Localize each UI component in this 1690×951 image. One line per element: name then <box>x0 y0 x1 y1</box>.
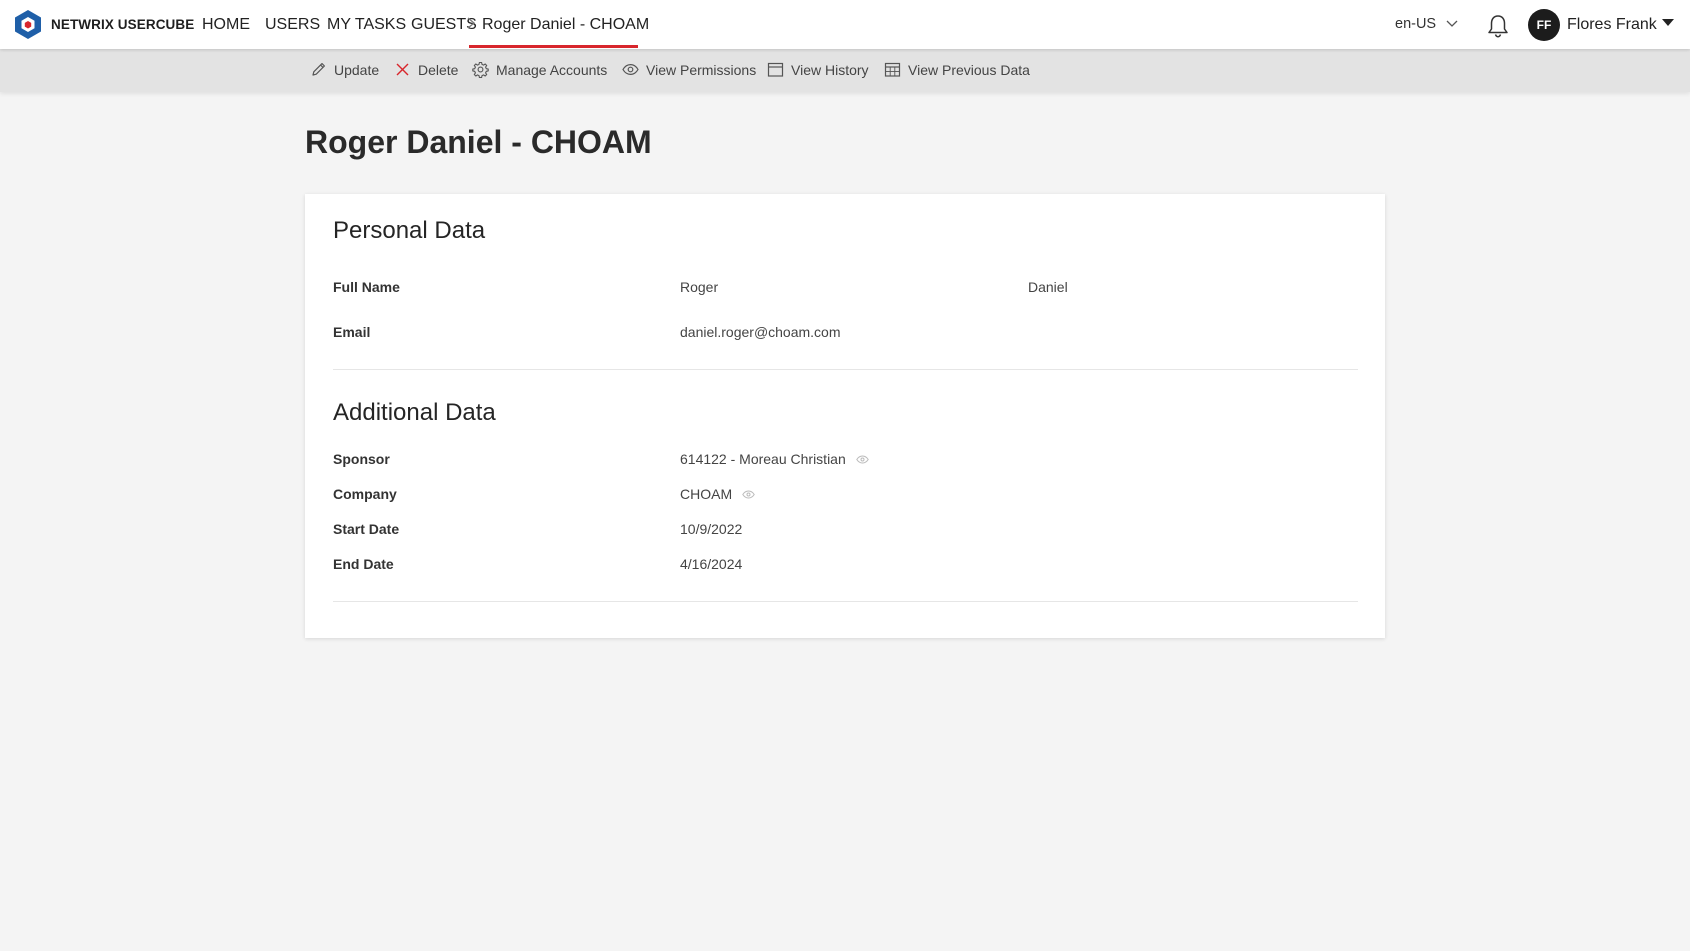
chevron-right-icon <box>467 17 476 29</box>
calendar-grid-icon <box>884 62 901 77</box>
section-divider <box>333 601 1358 602</box>
full-name-label: Full Name <box>333 279 400 295</box>
first-name-value: Roger <box>680 279 719 295</box>
view-sponsor-icon[interactable] <box>855 454 869 464</box>
email-label: Email <box>333 324 371 340</box>
additional-data-heading: Additional Data <box>333 399 496 426</box>
eye-icon <box>622 63 639 76</box>
notification-bell-icon[interactable] <box>1487 14 1509 38</box>
email-value: daniel.roger@choam.com <box>680 324 841 340</box>
view-permissions-button[interactable]: View Permissions <box>622 61 756 78</box>
page-title: Roger Daniel - CHOAM <box>305 124 652 160</box>
view-company-icon[interactable] <box>742 489 755 499</box>
end-date-label: End Date <box>333 556 394 572</box>
brand[interactable]: NETWRIX USERCUBE <box>13 9 194 40</box>
delete-label: Delete <box>418 61 459 78</box>
end-date-value: 4/16/2024 <box>680 556 743 572</box>
manage-accounts-button[interactable]: Manage Accounts <box>472 61 607 78</box>
chevron-down-icon <box>1446 20 1458 27</box>
company-text: CHOAM <box>680 486 733 502</box>
gear-icon <box>472 61 489 78</box>
view-history-button[interactable]: View History <box>767 61 869 78</box>
calendar-icon <box>767 62 784 77</box>
manage-accounts-label: Manage Accounts <box>496 61 608 78</box>
netwrix-logo-icon <box>15 10 41 39</box>
view-previous-data-label: View Previous Data <box>908 61 1030 78</box>
company-value: CHOAM <box>680 486 755 502</box>
user-name[interactable]: Flores Frank <box>1567 16 1657 34</box>
details-card: Personal Data Full Name Roger Daniel Ema… <box>305 194 1385 638</box>
language-label: en-US <box>1395 16 1437 32</box>
nav-users[interactable]: USERS <box>265 16 320 34</box>
last-name-value: Daniel <box>1028 279 1068 295</box>
nav-my-tasks[interactable]: MY TASKS <box>327 16 406 34</box>
caret-down-icon[interactable] <box>1662 19 1674 27</box>
language-selector[interactable]: en-US <box>1395 16 1458 32</box>
sponsor-value: 614122 - Moreau Christian <box>680 451 869 467</box>
close-icon <box>396 63 409 76</box>
company-label: Company <box>333 486 397 502</box>
view-previous-data-button[interactable]: View Previous Data <box>884 61 1030 78</box>
update-button[interactable]: Update <box>310 61 379 78</box>
sponsor-text: 614122 - Moreau Christian <box>680 451 846 467</box>
start-date-value: 10/9/2022 <box>680 521 743 537</box>
view-history-label: View History <box>791 61 869 78</box>
personal-data-heading: Personal Data <box>333 217 486 244</box>
nav-current-guest[interactable]: Roger Daniel - CHOAM <box>482 16 649 34</box>
section-divider <box>333 369 1358 370</box>
nav-home[interactable]: HOME <box>202 16 250 34</box>
view-permissions-label: View Permissions <box>646 61 757 78</box>
pencil-icon <box>312 63 325 76</box>
top-navigation-bar: NETWRIX USERCUBE HOME USERS MY TASKS GUE… <box>0 0 1690 49</box>
sponsor-label: Sponsor <box>333 451 390 467</box>
active-tab-indicator <box>469 45 638 48</box>
update-label: Update <box>334 61 380 78</box>
user-avatar[interactable]: FF <box>1528 9 1560 41</box>
delete-button[interactable]: Delete <box>394 61 458 78</box>
start-date-label: Start Date <box>333 521 400 537</box>
brand-name: NETWRIX USERCUBE <box>51 17 195 32</box>
action-toolbar: Update Delete Manage Accounts View Permi… <box>0 49 1690 92</box>
